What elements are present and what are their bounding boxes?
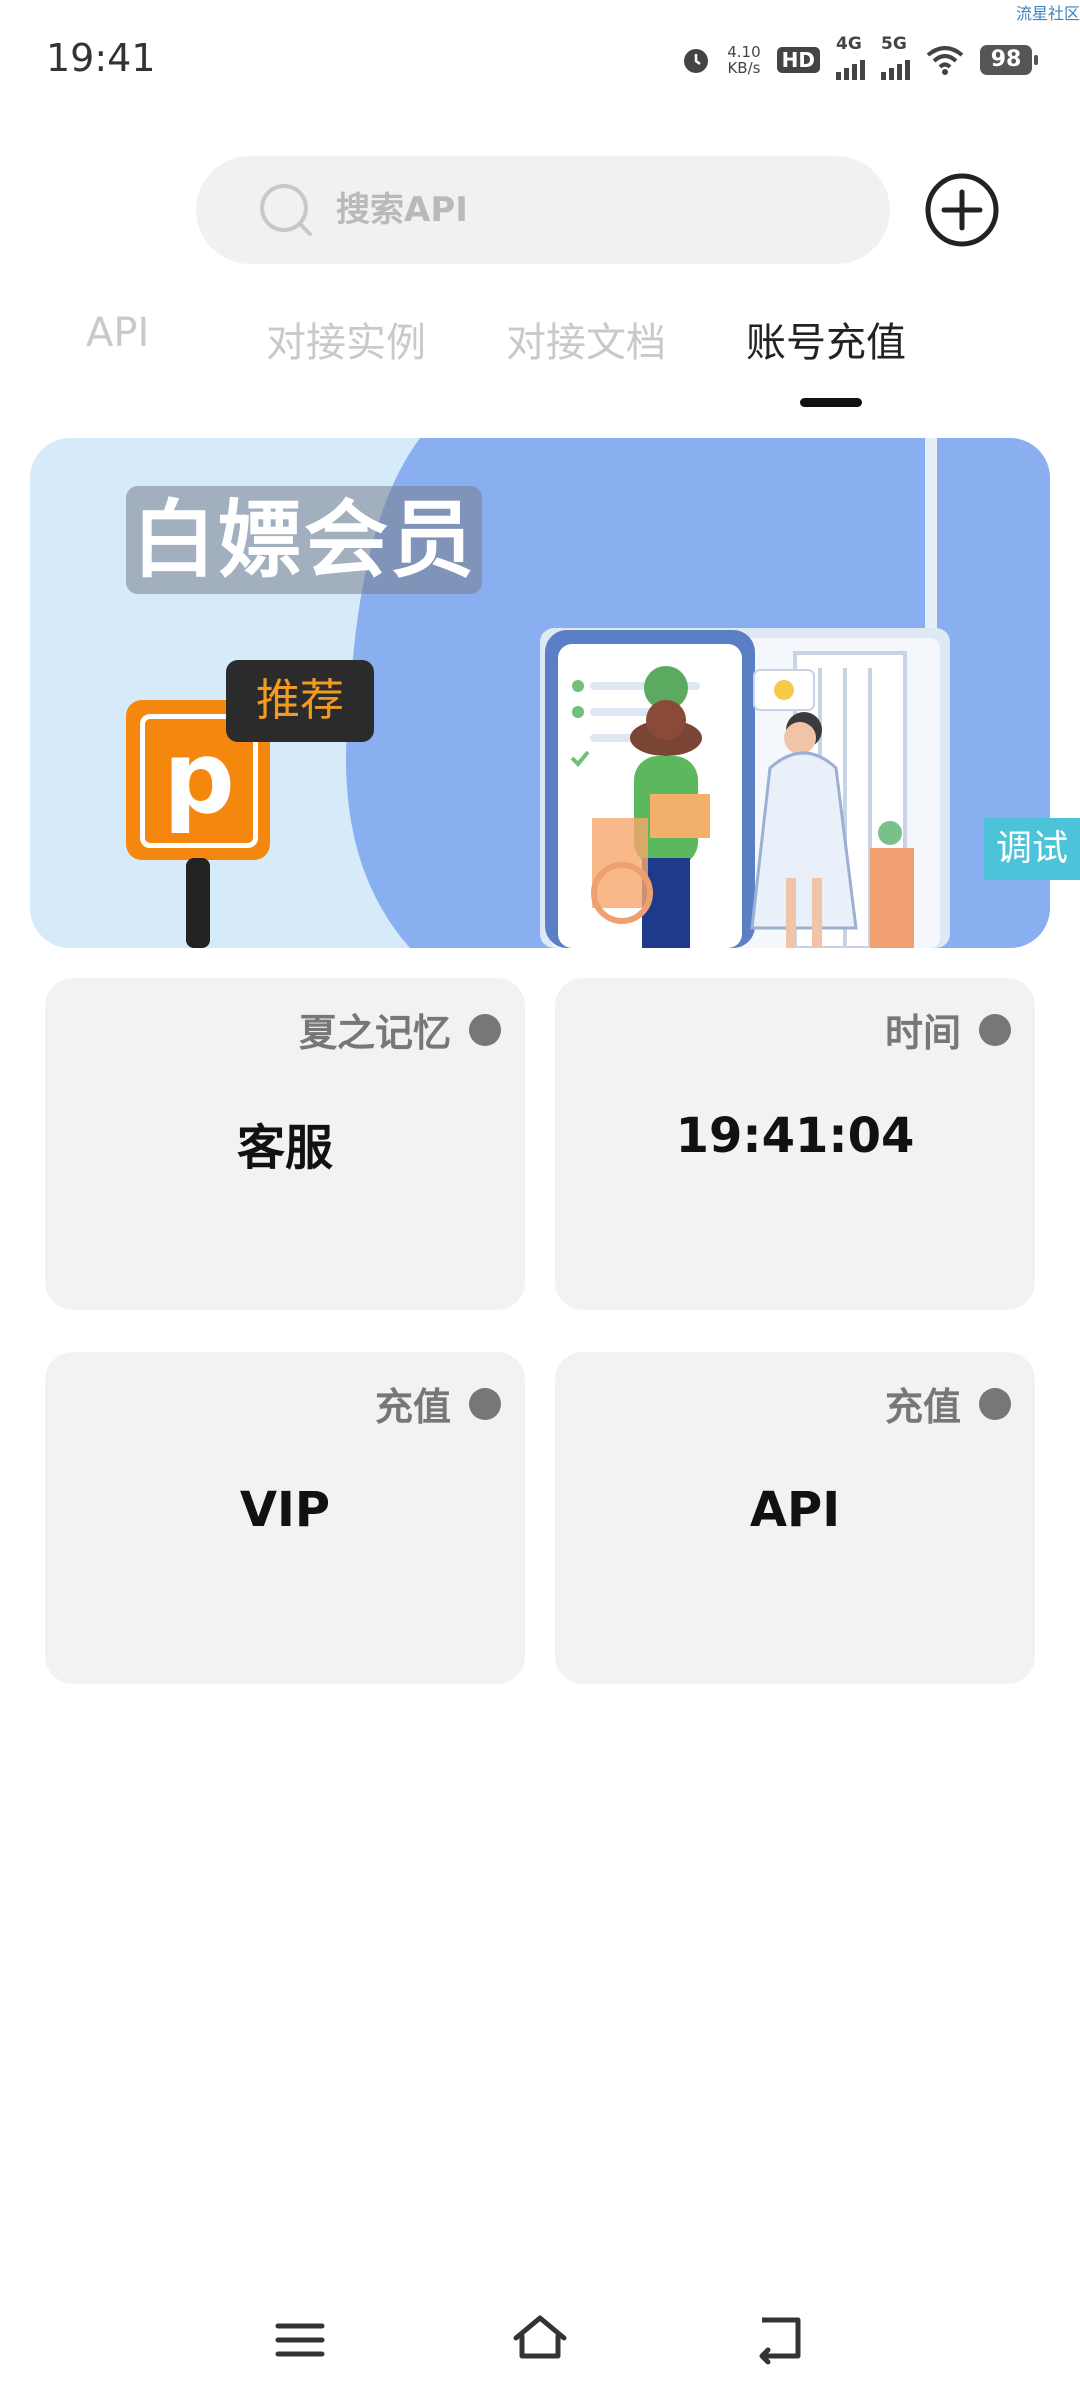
status-icons: 4.10 KB/s HD 4G 5G 98 bbox=[681, 34, 1038, 82]
signal-5g-icon: 5G bbox=[881, 34, 910, 80]
network-speed-unit: KB/s bbox=[727, 59, 761, 77]
signal-4g-label: 4G bbox=[836, 34, 862, 54]
card-recharge-vip[interactable]: 充值 VIP bbox=[45, 1352, 525, 1684]
signal-5g-label: 5G bbox=[881, 34, 907, 54]
status-dot-icon bbox=[979, 1014, 1011, 1046]
alarm-icon bbox=[684, 49, 709, 73]
hd-icon: HD bbox=[776, 47, 820, 73]
card-title: 充值 bbox=[374, 1385, 451, 1429]
back-icon[interactable] bbox=[750, 2310, 810, 2370]
tab-bar: API 对接实例 对接文档 账号充值 bbox=[0, 300, 1080, 420]
network-speed-value: 4.10 bbox=[727, 43, 761, 61]
home-icon[interactable] bbox=[510, 2308, 570, 2368]
tab-integration-docs[interactable]: 对接文档 bbox=[506, 310, 666, 368]
card-title: 时间 bbox=[884, 1011, 961, 1055]
debug-button[interactable]: 调试 bbox=[984, 818, 1080, 880]
search-placeholder: 搜索API bbox=[336, 190, 468, 230]
add-button[interactable] bbox=[924, 172, 1000, 248]
status-dot-icon bbox=[469, 1014, 501, 1046]
status-dot-icon bbox=[979, 1388, 1011, 1420]
tab-integration-examples[interactable]: 对接实例 bbox=[266, 310, 426, 368]
watermark: 流星社区 bbox=[1015, 4, 1080, 23]
card-value: 客服 bbox=[236, 1120, 333, 1176]
tab-api[interactable]: API bbox=[86, 310, 149, 356]
banner-title: 白嫖会员 bbox=[126, 486, 483, 594]
network-speed: 4.10 KB/s bbox=[727, 44, 760, 76]
sign-pole bbox=[186, 858, 210, 948]
system-nav-bar bbox=[0, 2290, 1080, 2400]
card-customer-service[interactable]: 夏之记忆 客服 bbox=[45, 978, 525, 1310]
card-value: 19:41:04 bbox=[675, 1108, 915, 1164]
recommend-badge: 推荐 bbox=[226, 660, 374, 742]
menu-icon[interactable] bbox=[270, 2310, 330, 2370]
card-title: 充值 bbox=[884, 1385, 961, 1429]
search-input[interactable]: 搜索API bbox=[196, 156, 890, 264]
signal-4g-icon: 4G bbox=[836, 34, 865, 80]
card-title: 夏之记忆 bbox=[298, 1011, 451, 1055]
tab-indicator bbox=[800, 398, 862, 407]
search-icon bbox=[260, 184, 312, 236]
tab-account-recharge[interactable]: 账号充值 bbox=[746, 310, 906, 368]
card-time[interactable]: 时间 19:41:04 bbox=[555, 978, 1035, 1310]
battery-icon: 98 bbox=[980, 45, 1038, 75]
card-value: API bbox=[749, 1482, 841, 1538]
promo-banner[interactable]: 白嫖会员 p 推荐 bbox=[30, 438, 1050, 948]
card-recharge-api[interactable]: 充值 API bbox=[555, 1352, 1035, 1684]
status-dot-icon bbox=[469, 1388, 501, 1420]
card-value: VIP bbox=[239, 1482, 331, 1538]
wifi-icon bbox=[926, 46, 964, 75]
status-bar: 19:41 流星社区 4.10 KB/s HD 4G 5G 98 bbox=[0, 0, 1080, 110]
status-time: 19:41 bbox=[46, 36, 156, 80]
